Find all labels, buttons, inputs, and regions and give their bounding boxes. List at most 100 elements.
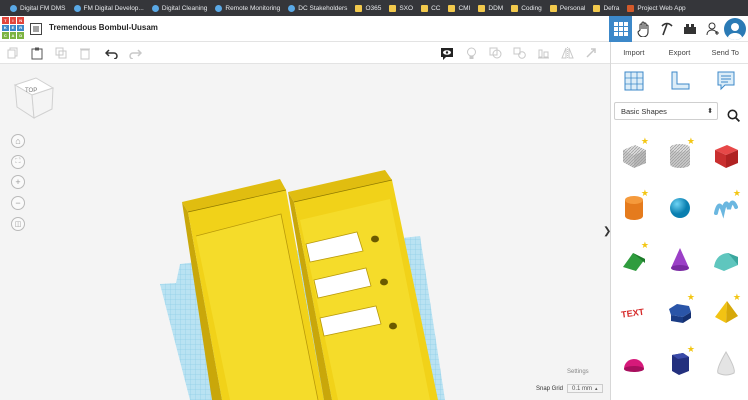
shape-polygon[interactable]: ★ bbox=[657, 338, 703, 390]
design-title[interactable]: Tremendous Bombul-Uusam bbox=[49, 23, 158, 32]
shape-cylinder-hole[interactable]: ★ bbox=[657, 130, 703, 182]
fit-icon: ⛶ bbox=[15, 158, 21, 165]
fit-view-button[interactable]: ⛶ bbox=[11, 155, 25, 169]
align-button[interactable] bbox=[536, 46, 550, 60]
shape-roof[interactable]: ★ bbox=[611, 234, 657, 286]
undo-icon bbox=[104, 48, 118, 59]
cruise-icon bbox=[586, 48, 596, 58]
bookmark-item[interactable]: CC bbox=[417, 0, 444, 16]
ruler-icon bbox=[671, 71, 690, 89]
shape-cone[interactable] bbox=[657, 234, 703, 286]
notes-button[interactable] bbox=[440, 46, 454, 60]
copy-icon bbox=[7, 47, 18, 59]
ortho-view-button[interactable]: ◫ bbox=[11, 217, 25, 231]
design-menu-icon[interactable] bbox=[30, 22, 42, 35]
zoom-in-button[interactable]: + bbox=[11, 175, 25, 189]
view-cube[interactable]: TOP bbox=[13, 77, 55, 119]
snap-grid-label: Snap Grid bbox=[536, 385, 564, 392]
workplane-tool-button[interactable] bbox=[624, 71, 644, 96]
grid-icon bbox=[613, 22, 628, 36]
project-icon bbox=[627, 4, 635, 12]
copy-button[interactable] bbox=[6, 46, 20, 60]
shape-scribble[interactable]: ★ bbox=[703, 182, 748, 234]
send-to-button[interactable]: Send To bbox=[702, 42, 748, 63]
tinkercad-logo[interactable]: T I N K E R C A D bbox=[2, 17, 24, 39]
hand-icon bbox=[636, 21, 649, 37]
duplicate-icon bbox=[55, 47, 67, 59]
redo-button[interactable] bbox=[128, 46, 142, 60]
round-roof-icon bbox=[714, 253, 738, 271]
logo-letter: D bbox=[17, 32, 24, 39]
bookmark-item[interactable]: DC Stakeholders bbox=[284, 0, 351, 16]
light-button[interactable] bbox=[464, 46, 478, 60]
logo-letter: A bbox=[9, 32, 17, 39]
bookmark-item[interactable]: Digital FM DMS bbox=[6, 0, 70, 16]
box-icon bbox=[715, 145, 738, 168]
add-user-button[interactable] bbox=[701, 16, 724, 42]
screw-hole bbox=[380, 278, 388, 286]
workplane-viewport[interactable]: TOP ⌂ ⛶ + − ◫ Settings Snap Grid 0.1 mm ▴ bbox=[0, 64, 610, 400]
shape-box-hole[interactable]: ★ bbox=[611, 130, 657, 182]
bookmark-item[interactable]: Project Web App bbox=[623, 0, 689, 16]
undo-button[interactable] bbox=[104, 46, 118, 60]
globe-icon bbox=[288, 4, 296, 12]
shape-hexagonal-prism[interactable]: ★ bbox=[657, 286, 703, 338]
duplicate-button[interactable] bbox=[54, 46, 68, 60]
bookmark-item[interactable]: O365 bbox=[351, 0, 385, 16]
shape-sphere[interactable] bbox=[657, 182, 703, 234]
bookmark-item[interactable]: Defra bbox=[589, 0, 623, 16]
zoom-out-button[interactable]: − bbox=[11, 196, 25, 210]
folder-icon bbox=[448, 4, 456, 12]
shape-round-roof[interactable] bbox=[703, 234, 748, 286]
snap-grid-select[interactable]: 0.1 mm ▴ bbox=[567, 384, 603, 393]
panel-view-tabs bbox=[611, 64, 748, 102]
folder-icon bbox=[389, 4, 397, 12]
mirror-icon bbox=[560, 47, 574, 59]
shape-cylinder[interactable]: ★ bbox=[611, 182, 657, 234]
cruise-button[interactable] bbox=[584, 46, 598, 60]
shape-text[interactable]: TEXT bbox=[611, 286, 657, 338]
shape-paraboloid[interactable] bbox=[703, 338, 748, 390]
settings-link[interactable]: Settings bbox=[567, 369, 589, 375]
bricks-button[interactable] bbox=[678, 16, 701, 42]
import-button[interactable]: Import bbox=[611, 42, 657, 63]
bookmark-item[interactable]: SXO bbox=[385, 0, 417, 16]
screw-hole bbox=[389, 322, 397, 330]
bookmark-item[interactable]: Personal bbox=[546, 0, 590, 16]
blocks-button[interactable] bbox=[655, 16, 678, 42]
logo-letter: E bbox=[9, 24, 17, 32]
ungroup-icon bbox=[513, 47, 526, 59]
shape-library-select[interactable]: Basic Shapes ⬍ bbox=[614, 102, 718, 120]
workplane-icon bbox=[624, 71, 644, 90]
search-icon bbox=[727, 109, 740, 122]
sim-lab-button[interactable] bbox=[632, 16, 655, 42]
notes-tool-button[interactable] bbox=[717, 71, 735, 96]
group-button[interactable] bbox=[488, 46, 502, 60]
home-view-button[interactable]: ⌂ bbox=[11, 134, 25, 148]
3d-design-view-button[interactable] bbox=[609, 16, 632, 42]
star-icon: ★ bbox=[686, 136, 695, 146]
mirror-button[interactable] bbox=[560, 46, 574, 60]
lightbulb-icon bbox=[466, 47, 476, 59]
bookmark-item[interactable]: Digital Cleaning bbox=[148, 0, 212, 16]
avatar[interactable] bbox=[724, 18, 746, 40]
bookmark-item[interactable]: Remote Monitoring bbox=[211, 0, 284, 16]
ungroup-button[interactable] bbox=[512, 46, 526, 60]
shape-search-button[interactable] bbox=[724, 106, 742, 124]
delete-button[interactable] bbox=[78, 46, 92, 60]
shape-pyramid[interactable]: ★ bbox=[703, 286, 748, 338]
paste-button[interactable] bbox=[30, 46, 44, 60]
globe-icon bbox=[73, 4, 81, 12]
bookmark-item[interactable]: CMI bbox=[444, 0, 474, 16]
snap-grid-value: 0.1 mm bbox=[572, 385, 593, 392]
export-button[interactable]: Export bbox=[657, 42, 703, 63]
bookmark-item[interactable]: FM Digital Develop... bbox=[70, 0, 148, 16]
bookmark-label: Defra bbox=[603, 4, 620, 12]
shape-half-sphere[interactable] bbox=[611, 338, 657, 390]
workplane-scene[interactable]: TOP bbox=[0, 64, 610, 400]
folder-icon bbox=[421, 4, 429, 12]
bookmark-item[interactable]: Coding bbox=[507, 0, 546, 16]
shape-box[interactable] bbox=[703, 130, 748, 182]
bookmark-item[interactable]: DDM bbox=[474, 0, 507, 16]
ruler-tool-button[interactable] bbox=[670, 71, 690, 96]
